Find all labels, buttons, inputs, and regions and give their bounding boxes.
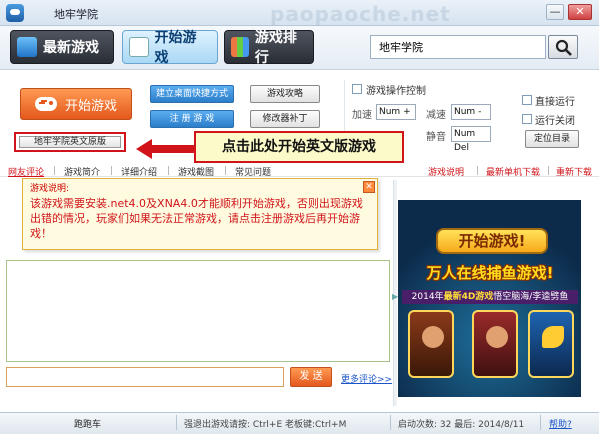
notice-close-button[interactable]: ✕ [363,181,375,193]
close-on-run-label: 运行关闭 [535,116,575,127]
search-input[interactable] [370,35,546,59]
ad-title: 万人在线捕鱼游戏! [426,264,554,282]
game-guide-button[interactable]: 游戏攻略 [250,85,320,103]
ad-start-button[interactable]: 开始游戏! [436,228,548,254]
register-game-button[interactable]: 注 册 游 戏 [150,110,234,128]
tab-divider [168,166,169,175]
window-title: 地牢学院 [54,8,98,21]
reviews-panel [6,260,390,362]
notice-body: 该游戏需要安装.net4.0及XNA4.0才能顺利开始游戏，否则出现游戏出错的情… [30,197,363,240]
ad-character-card [472,310,518,378]
bar-chart-icon [231,37,249,57]
redownload-link[interactable]: 重新下载 [556,165,592,178]
status-brand: 跑跑车 [74,420,102,430]
tab-game-intro[interactable]: 游戏简介 [64,165,100,178]
newest-icon [17,37,37,57]
nav-game-rank-button[interactable]: 游戏排行 [224,30,314,66]
status-divider [390,415,391,430]
character-face-icon [422,326,444,348]
english-version-button[interactable]: 地牢学院英文原版 [14,132,126,152]
status-shortcuts: 强退出游戏请按: Ctrl+E 老板键:Ctrl+M [184,420,347,430]
mute-hotkey-field[interactable]: Num Del [451,126,491,153]
tab-divider [111,166,112,175]
latest-downloads-link[interactable]: 最新单机下载 [486,165,540,178]
link-divider [477,166,478,175]
english-version-callout: 点击此处开始英文版游戏 [194,131,404,163]
game-instructions-link[interactable]: 游戏说明 [428,165,464,178]
mute-label: 静音 [426,132,446,143]
app-icon [6,4,24,22]
speedup-label: 加速 [352,110,372,121]
english-version-label: 地牢学院英文原版 [19,136,121,148]
gamepad-icon [34,97,57,111]
nav-newest-label: 最新游戏 [43,40,99,56]
start-game-button[interactable]: 开始游戏 [20,88,132,120]
create-shortcut-button[interactable]: 建立桌面快捷方式 [150,85,234,103]
watermark: paopaoche.net [270,2,451,26]
close-button[interactable]: ✕ [568,4,592,20]
slowdown-label: 减速 [426,110,446,121]
notice-title: 游戏说明: [30,184,70,194]
trainer-patch-button[interactable]: 修改器补丁 [250,110,320,128]
ad-subtitle: 2014年最新4D游戏悟空脑海/李逵劈鱼 [402,290,578,304]
tab-divider [54,166,55,175]
tab-faq[interactable]: 常见问题 [235,165,271,178]
nav-rank-label: 游戏排行 [254,30,297,66]
character-face-icon [486,326,508,348]
status-divider [540,415,541,430]
tab-user-reviews[interactable]: 网友评论 [8,165,44,178]
game-control-checkbox[interactable] [352,84,362,94]
fish-icon [542,326,564,348]
status-launch-info: 启动次数: 32 最后: 2014/8/11 [398,420,525,430]
search-button[interactable] [548,35,578,59]
help-link[interactable]: 帮助? [549,417,572,430]
game-control-label: 游戏操作控制 [366,86,426,97]
gamepad-icon [129,37,149,57]
more-reviews-link[interactable]: 更多评论>> [341,372,392,385]
send-comment-button[interactable]: 发 送 [290,367,332,387]
ad-subtitle-games: 悟空脑海/李逵劈鱼 [493,292,569,302]
link-divider [548,166,549,175]
search-icon [555,39,572,56]
direct-run-label: 直接运行 [535,97,575,108]
tab-screenshots[interactable]: 游戏截图 [178,165,214,178]
ad-character-card [408,310,454,378]
start-game-label: 开始游戏 [64,98,117,114]
nav-start-label: 开始游戏 [154,30,197,66]
minimize-button[interactable]: — [546,4,564,20]
ad-subtitle-highlight: 最新4D游戏 [443,292,494,302]
ad-subtitle-year: 2014年 [411,292,444,302]
slowdown-hotkey-field[interactable]: Num - [451,104,491,120]
red-arrow-icon [136,139,196,159]
comment-input[interactable] [6,367,284,387]
tab-divider [225,166,226,175]
status-divider [176,415,177,430]
speedup-hotkey-field[interactable]: Num + [376,104,416,120]
ad-fish-card [528,310,574,378]
nav-newest-games-button[interactable]: 最新游戏 [10,30,114,64]
close-on-run-checkbox[interactable] [522,114,532,124]
tab-details[interactable]: 详细介绍 [121,165,157,178]
locate-directory-button[interactable]: 定位目录 [525,130,579,148]
direct-run-checkbox[interactable] [522,95,532,105]
nav-start-game-button[interactable]: 开始游戏 [122,30,218,66]
